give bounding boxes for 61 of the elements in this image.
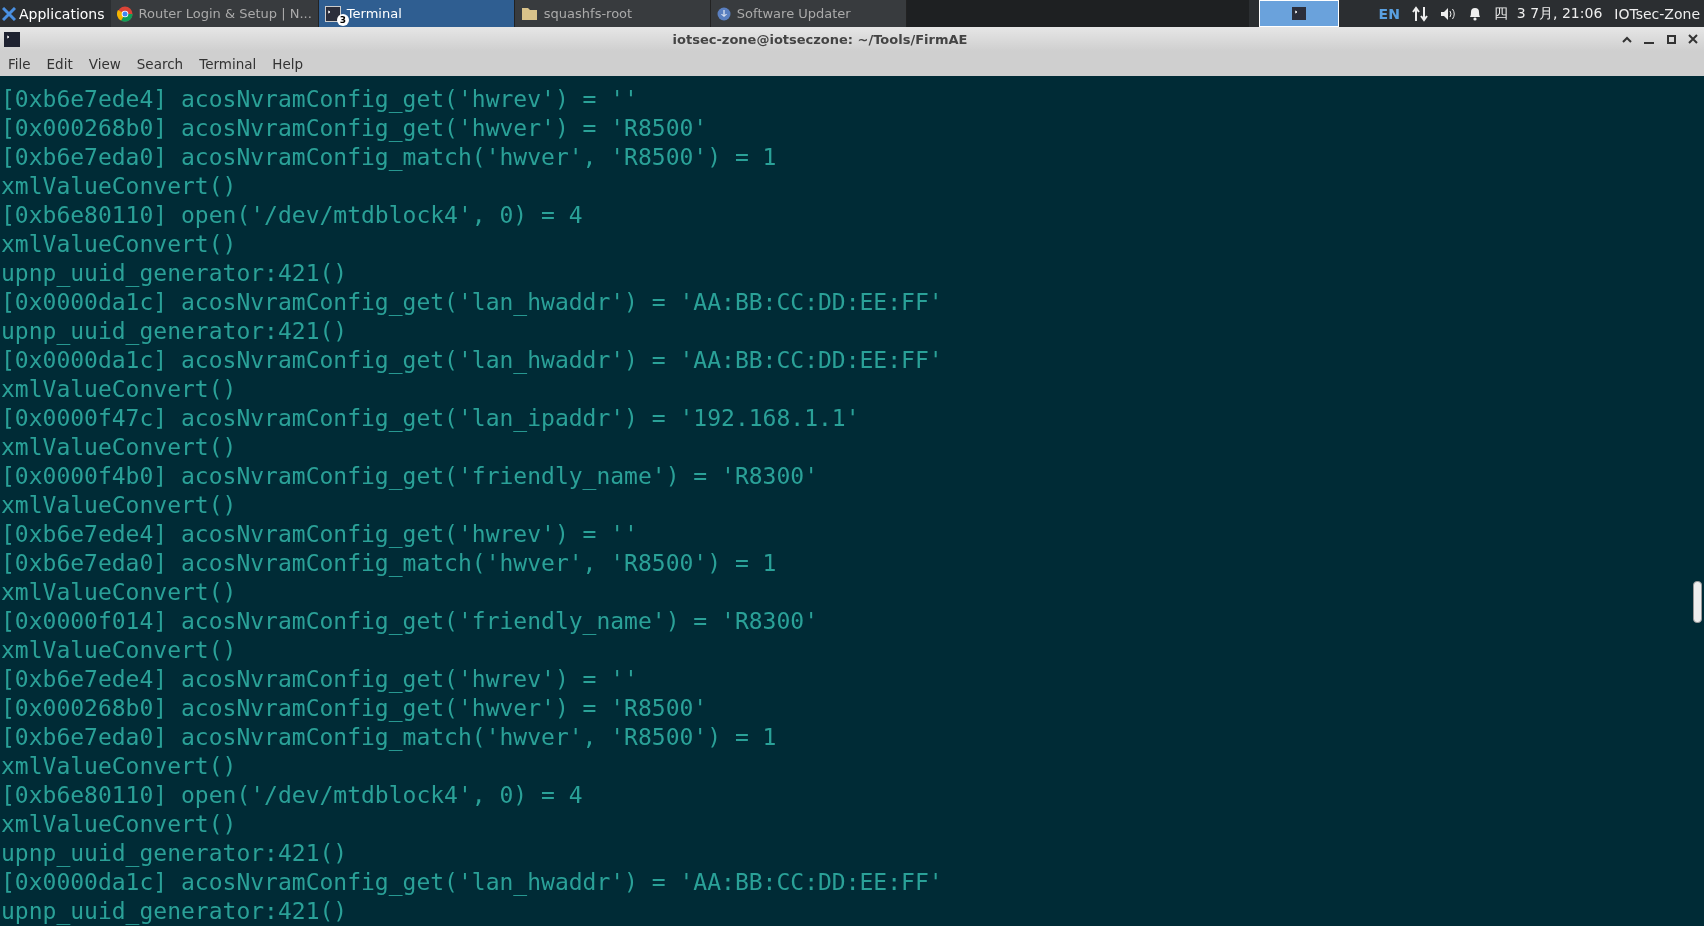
terminal-line: xmlValueConvert()	[0, 172, 237, 201]
workspace-switcher[interactable]	[1258, 0, 1339, 27]
taskbar-task[interactable]: squashfs-root	[514, 0, 711, 27]
terminal-line: [0xb6e7ede4] acosNvramConfig_get('hwrev') = ''	[0, 665, 638, 694]
clock[interactable]: 四 3 7月, 21:06	[1493, 4, 1603, 23]
bell-icon[interactable]	[1467, 6, 1482, 21]
menu-item[interactable]: View	[80, 51, 129, 76]
terminal-line: [0x000268b0] acosNvramConfig_get('hwver') = 'R8500'	[0, 694, 708, 723]
terminal-line: [0x0000da1c] acosNvramConfig_get('lan_hwaddr') = 'AA:BB:CC:DD:EE:FF'	[0, 288, 943, 317]
caret-up-icon	[1622, 35, 1632, 43]
maximize-icon	[1666, 34, 1676, 44]
terminal-line: xmlValueConvert()	[0, 636, 237, 665]
terminal-line: [0xb6e7eda0] acosNvramConfig_match('hwver', 'R8500') = 1	[0, 723, 777, 752]
terminal-line: xmlValueConvert()	[0, 491, 237, 520]
scrollbar-thumb[interactable]	[1693, 581, 1702, 623]
terminal-line: xmlValueConvert()	[0, 578, 237, 607]
menu-item[interactable]: Edit	[38, 51, 81, 76]
download-icon	[716, 6, 731, 21]
terminal-line: [0xb6e7eda0] acosNvramConfig_match('hwver', 'R8500') = 1	[0, 143, 777, 172]
terminal-icon	[4, 31, 20, 47]
terminal-line: [0x0000da1c] acosNvramConfig_get('lan_hwaddr') = 'AA:BB:CC:DD:EE:FF'	[0, 346, 943, 375]
terminal-line: upnp_uuid_generator:421()	[0, 259, 348, 288]
terminal-line: [0xb6e80110] open('/dev/mtdblock4', 0) = 4	[0, 201, 583, 230]
terminal-line: [0x0000da1c] acosNvramConfig_get('lan_hwaddr') = 'AA:BB:CC:DD:EE:FF'	[0, 868, 943, 897]
window-title: iotsec-zone@iotseczone: ~/Tools/FirmAE	[672, 31, 968, 47]
menu-item[interactable]: File	[0, 51, 39, 76]
terminal-line: [0x0000f014] acosNvramConfig_get('friendly_name') = 'R8300'	[0, 607, 818, 636]
terminal-line: upnp_uuid_generator:421()	[0, 897, 348, 926]
menu-item[interactable]: Help	[264, 51, 312, 76]
terminal-line: [0x000268b0] acosNvramConfig_get('hwver') = 'R8500'	[0, 114, 708, 143]
terminal-line: [0x0000f4b0] acosNvramConfig_get('friendly_name') = 'R8300'	[0, 462, 818, 491]
terminal-line: xmlValueConvert()	[0, 810, 237, 839]
browser-icon	[116, 5, 133, 22]
terminal-line: [0xb6e7ede4] acosNvramConfig_get('hwrev') = ''	[0, 85, 638, 114]
terminal-line: xmlValueConvert()	[0, 230, 237, 259]
taskbar-task[interactable]: Router Login & Setup | N...	[110, 0, 319, 27]
terminal-icon	[324, 5, 341, 22]
menu-item[interactable]: Terminal	[191, 51, 265, 76]
folder-icon	[520, 6, 538, 21]
terminal-line: [0x0000f47c] acosNvramConfig_get('lan_ipaddr') = '192.168.1.1'	[0, 404, 860, 433]
x-logo-icon	[2, 6, 16, 21]
terminal-line: xmlValueConvert()	[0, 752, 237, 781]
terminal-line: xmlValueConvert()	[0, 433, 237, 462]
keyboard-layout[interactable]: EN	[1378, 5, 1400, 22]
terminal-line: xmlValueConvert()	[0, 375, 237, 404]
terminal-line: [0xb6e80110] open('/dev/mtdblock4', 0) = 4	[0, 781, 583, 810]
user-name[interactable]: IOTsec-Zone	[1614, 5, 1700, 22]
network-icon[interactable]	[1411, 5, 1428, 22]
close-button[interactable]	[1686, 32, 1700, 46]
maximize-button[interactable]	[1664, 32, 1678, 46]
minimize-icon	[1644, 42, 1654, 44]
terminal-icon	[1291, 7, 1306, 20]
close-icon	[1688, 34, 1698, 44]
applications-menu[interactable]: Applications	[0, 0, 111, 27]
terminal-line: [0xb6e7ede4] acosNvramConfig_get('hwrev') = ''	[0, 520, 638, 549]
terminal-line: [0xb6e7eda0] acosNvramConfig_match('hwver', 'R8500') = 1	[0, 549, 777, 578]
terminal-line: upnp_uuid_generator:421()	[0, 317, 348, 346]
terminal-line: upnp_uuid_generator:421()	[0, 839, 348, 868]
menu-item[interactable]: Search	[128, 51, 192, 76]
volume-icon[interactable]	[1439, 6, 1456, 21]
taskbar-task[interactable]: Software Updater	[710, 0, 907, 27]
